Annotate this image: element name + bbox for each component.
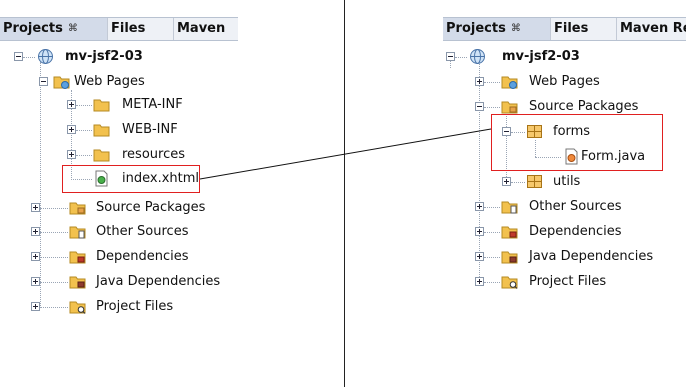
connector-line [199,128,492,180]
